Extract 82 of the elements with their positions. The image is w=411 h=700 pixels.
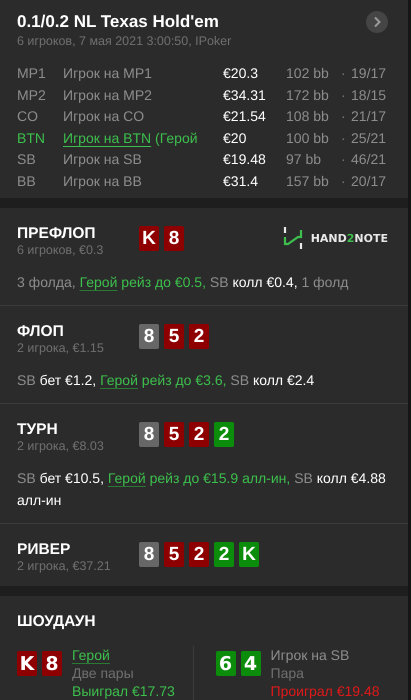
seat-position: CO: [17, 107, 39, 126]
street-info: 2 игрока, €1.15: [17, 341, 105, 356]
stack-bb: 100 bb: [286, 128, 330, 148]
playing-card: 4: [240, 651, 260, 676]
player-name: Игрок на BB: [63, 172, 143, 191]
player-name: Игрок на MP2: [63, 86, 153, 105]
player-name: Игрок на SB: [270, 646, 350, 664]
playing-card: 5: [164, 422, 184, 447]
stack-bb: 102 bb: [286, 64, 330, 83]
playing-card: 2: [189, 422, 209, 447]
seat-position: BB: [17, 172, 37, 190]
player-name: Игрок на MP1: [63, 64, 153, 83]
player-link[interactable]: Игрок на BTN: [63, 130, 152, 146]
result-amount: Проиграл €19.48: [270, 682, 380, 700]
logo-icon: [282, 227, 303, 249]
stack-amount: €19.48: [223, 150, 267, 169]
playing-card: 8: [164, 226, 184, 251]
action-text: SB бет €1.2, Герой рейз до €3.6, SB колл €2.4: [17, 371, 316, 390]
playing-card: 8: [139, 422, 159, 447]
chevron-right-icon: [372, 16, 382, 28]
player-stats: 46/21: [351, 150, 388, 169]
hero-link[interactable]: Герой: [100, 372, 138, 388]
player-stats: 20/17: [351, 172, 388, 190]
logo-text: HAND2NOTE: [310, 232, 388, 244]
playing-card: 5: [164, 324, 184, 349]
hand-rank: Две пары: [72, 664, 135, 682]
street-info: 2 игрока, €37.21: [17, 559, 112, 574]
separator: ·: [341, 64, 347, 83]
stack-amount: €20: [223, 128, 248, 148]
playing-card: 8: [139, 324, 159, 349]
stack-amount: €34.31: [223, 86, 267, 104]
seat-position: MP2: [17, 86, 47, 104]
next-button[interactable]: [366, 11, 388, 33]
player-stats: 25/21: [351, 128, 388, 148]
hero-link[interactable]: Герой: [80, 274, 118, 290]
separator: ·: [341, 107, 347, 126]
street-title: ТУРН: [17, 420, 59, 439]
player-stats: 18/15: [351, 86, 388, 104]
stack-amount: €20.3: [223, 64, 260, 83]
hand-info: 6 игроков, 7 мая 2021 3:00:50, IPoker: [17, 33, 232, 50]
street-title: ПРЕФЛОП: [17, 224, 97, 243]
hand-title: 0.1/0.2 NL Texas Hold'em: [17, 11, 220, 33]
street-info: 6 игроков, €0.3: [17, 243, 104, 258]
stack-bb: 172 bb: [286, 86, 330, 104]
street-title: РИВЕР: [17, 540, 72, 559]
player-name: Игрок на CO: [63, 107, 146, 126]
separator: ·: [341, 86, 347, 104]
stack-bb: 157 bb: [286, 172, 330, 190]
street-title: ФЛОП: [17, 322, 65, 341]
playing-card: K: [239, 542, 259, 567]
action-text: 3 фолда, Герой рейз до €0.5, SB колл €0.4, 1 фолд: [17, 273, 350, 292]
seat-position: SB: [17, 150, 37, 169]
stack-bb: 97 bb: [286, 150, 322, 169]
stack-amount: €21.54: [223, 107, 267, 126]
separator: ·: [341, 172, 347, 190]
section-title: ШОУДАУН: [17, 612, 97, 631]
playing-card: 8: [42, 651, 62, 676]
playing-card: 6: [216, 651, 236, 676]
playing-card: 2: [214, 542, 234, 567]
playing-card: 8: [139, 542, 159, 567]
hero-note: (Герой: [154, 130, 198, 146]
playing-card: K: [17, 651, 37, 676]
playing-card: 2: [189, 542, 209, 567]
street-info: 2 игрока, €8.03: [17, 439, 105, 454]
playing-card: K: [139, 226, 159, 251]
playing-card: 5: [164, 542, 184, 567]
player-name: Игрок на SB: [63, 150, 143, 169]
player-link[interactable]: Герой: [72, 646, 175, 664]
playing-card: 2: [189, 324, 209, 349]
stack-bb: 108 bb: [286, 107, 330, 126]
player-stats: 21/17: [351, 107, 388, 126]
hand-rank: Пара: [270, 664, 305, 682]
seat-position: MP1: [17, 64, 47, 83]
action-text: SB бет €10.5, Герой рейз до €15.9 алл-ин, SB колл €4.88 алл-ин: [17, 469, 387, 510]
hero-link[interactable]: Герой: [108, 470, 146, 486]
separator: ·: [341, 150, 347, 169]
seat-position: BTN: [17, 128, 46, 148]
player-stats: 19/17: [351, 64, 388, 83]
result-amount: Выиграл €17.73: [72, 682, 175, 700]
separator: ·: [341, 128, 347, 148]
playing-card: 2: [214, 422, 234, 447]
stack-amount: €31.4: [223, 172, 260, 190]
